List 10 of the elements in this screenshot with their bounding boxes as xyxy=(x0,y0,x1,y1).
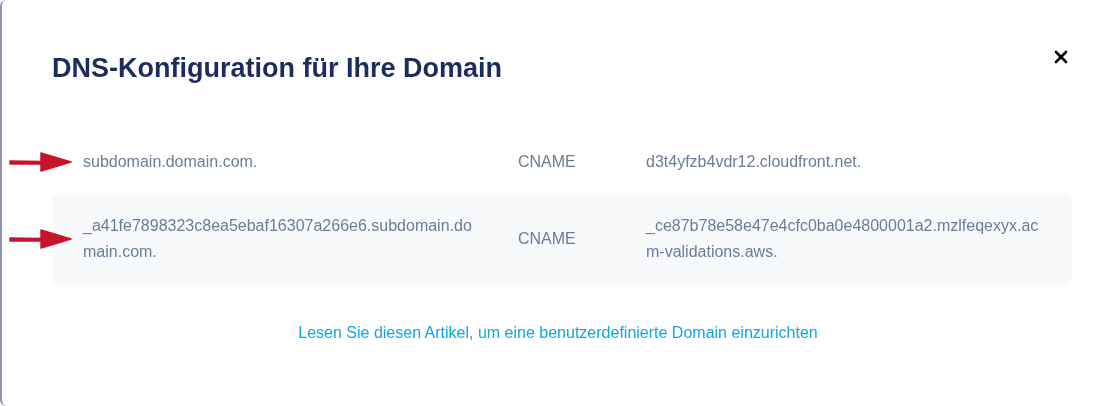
help-link[interactable]: Lesen Sie diesen Artikel, um eine benutzerdefinierte Domain einzurichten xyxy=(298,320,818,345)
close-button[interactable] xyxy=(1052,48,1070,66)
record-type: CNAME xyxy=(518,151,577,172)
record-value: _ce87b78e58e47e4cfc0ba0e4800001a2.mzlfeqexyx.acm-validations.aws. xyxy=(646,215,1040,262)
close-icon xyxy=(1054,50,1068,64)
record-name: subdomain.domain.com. xyxy=(83,151,259,172)
record-type: CNAME xyxy=(518,228,577,249)
record-name: _a41fe7898323c8ea5ebaf16307a266e6.subdomain.domain.com. xyxy=(83,215,473,262)
record-value: d3t4yfzb4vdr12.cloudfront.net. xyxy=(646,151,863,172)
dialog-title: DNS-Konfiguration für Ihre Domain xyxy=(52,52,502,85)
